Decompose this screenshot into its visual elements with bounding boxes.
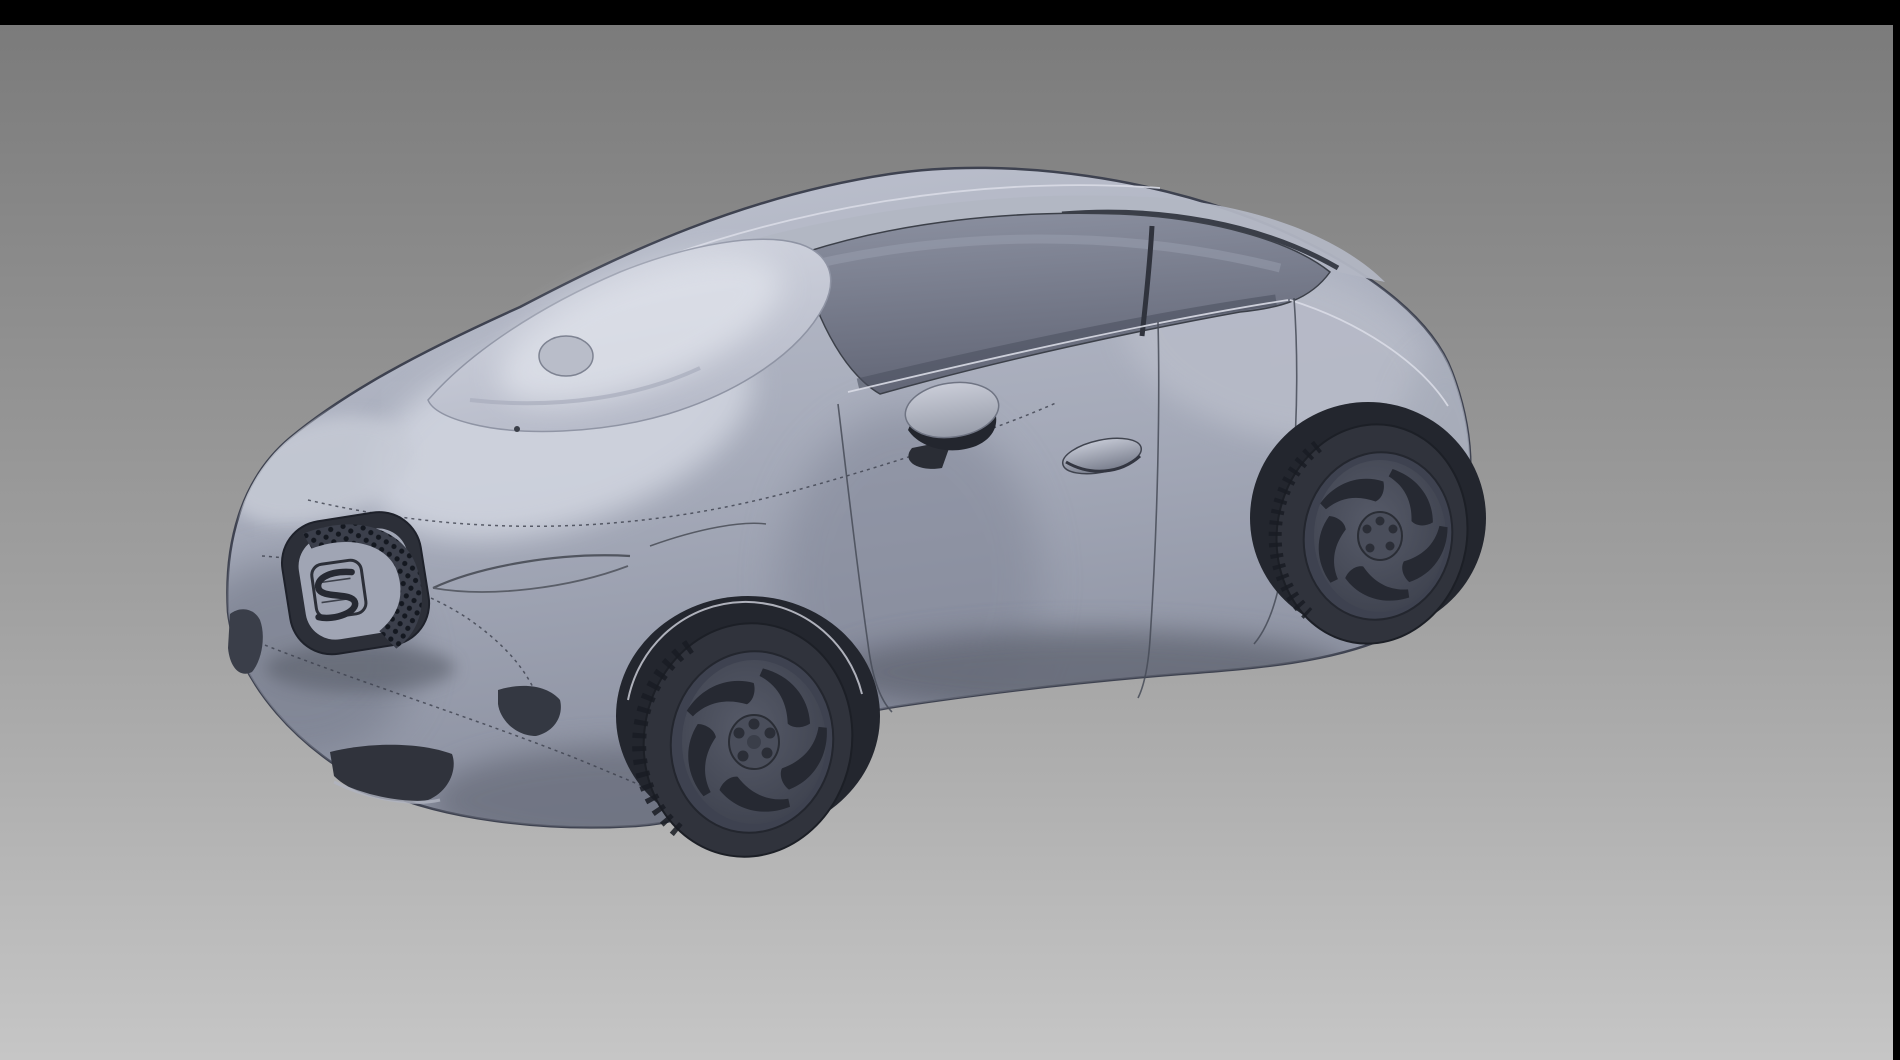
wiper-pivot-dot <box>514 426 520 432</box>
seat-logo <box>310 559 367 620</box>
roof-sensor-dome <box>539 336 593 376</box>
cad-canvas <box>0 0 1900 1060</box>
top-letterbox-bar <box>0 0 1900 25</box>
screen <box>0 0 1900 1060</box>
front-center-cap <box>747 735 761 749</box>
right-letterbox-bar <box>1893 25 1900 1060</box>
